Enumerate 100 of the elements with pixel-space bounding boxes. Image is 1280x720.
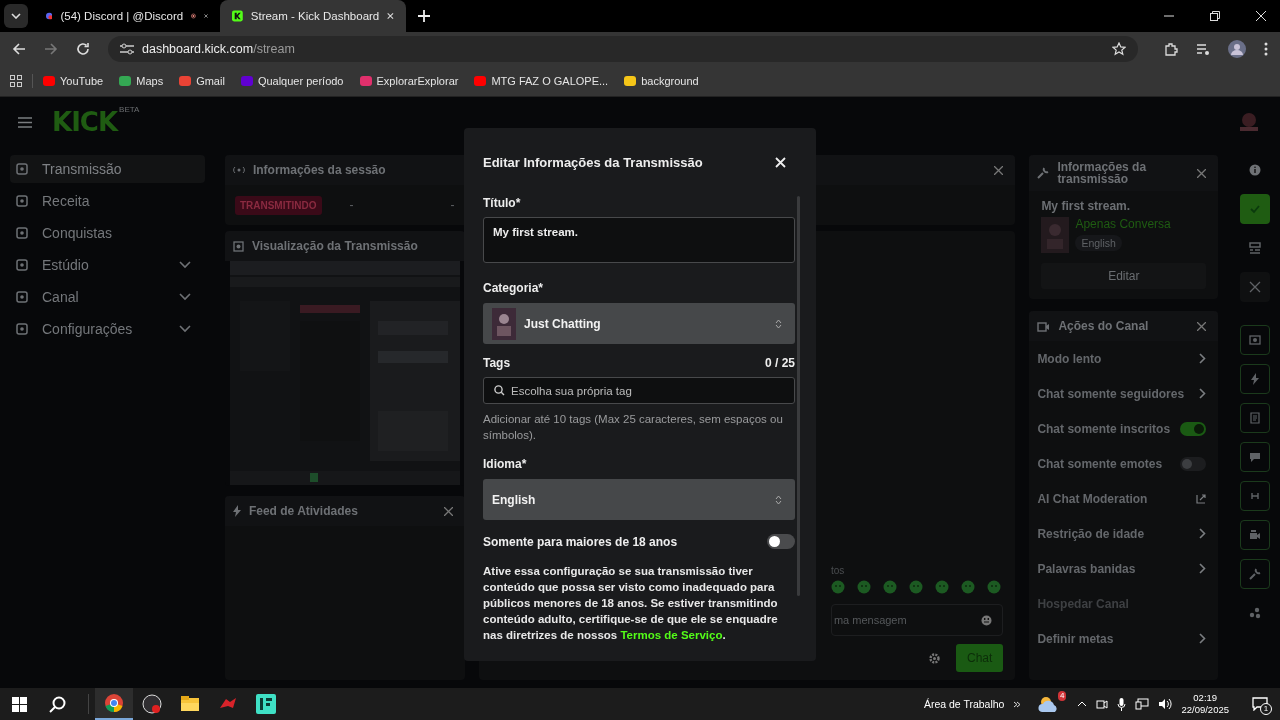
sidebar-item[interactable]: Conquistas <box>10 219 205 247</box>
bookmark-favicon-icon <box>119 75 132 87</box>
sidebar-item[interactable]: Transmissão <box>10 155 205 183</box>
hamburger-menu-icon[interactable] <box>18 116 32 128</box>
tab-list-button[interactable] <box>4 4 28 28</box>
category-thumbnail-icon <box>1041 217 1070 253</box>
scrollbar-thumb[interactable] <box>797 196 800 596</box>
mature-content-toggle[interactable] <box>767 534 795 549</box>
rail-button[interactable] <box>1240 520 1271 550</box>
bookmark-item[interactable]: background <box>624 75 699 87</box>
browser-tab[interactable]: (54) Discord | @Discord <box>34 0 220 32</box>
bookmark-item[interactable]: Gmail <box>179 75 225 87</box>
channel-action-label[interactable]: Restrição de idade <box>1037 526 1145 541</box>
menu-icon[interactable] <box>1264 42 1268 56</box>
sidebar-item[interactable]: Estúdio <box>10 251 205 279</box>
live-status-badge: TRANSMITINDO <box>234 195 322 215</box>
stat-value: - <box>450 198 456 212</box>
field-label: Idioma* <box>483 457 528 471</box>
rail-button[interactable] <box>1240 272 1271 302</box>
bookmark-favicon-icon <box>240 75 253 87</box>
edit-button[interactable]: Editar <box>1041 263 1207 289</box>
sidebar-item[interactable]: Configurações <box>10 315 205 343</box>
profile-avatar-icon[interactable] <box>1228 40 1246 58</box>
notifications-icon[interactable] <box>1252 697 1268 711</box>
chevron-right-icon[interactable] <box>1199 388 1207 399</box>
clock-date[interactable]: 22/09/2025 <box>1181 704 1229 716</box>
bookmark-item[interactable]: MTG FAZ O GALOPE... <box>474 75 609 87</box>
settings-icon[interactable] <box>929 652 940 664</box>
caret-up-icon[interactable] <box>1077 701 1088 707</box>
chevron-right-icon[interactable] <box>1199 563 1207 574</box>
apps-grid-icon[interactable] <box>10 75 22 87</box>
bookmark-favicon-icon <box>359 75 372 87</box>
kick-logo[interactable]: KICK <box>52 107 118 137</box>
dialog-title: Editar Informações da Transmissão <box>483 154 703 170</box>
nav-item-icon <box>16 227 28 239</box>
channel-action-label[interactable]: Palavras banidas <box>1037 561 1136 576</box>
channel-action-label[interactable]: Chat somente seguidores <box>1037 386 1185 401</box>
bookmark-item[interactable]: YouTube <box>43 75 104 87</box>
bookmark-star-icon[interactable] <box>1112 42 1126 56</box>
emoji-icon[interactable] <box>981 614 993 626</box>
sidebar-item[interactable]: Canal <box>10 283 205 311</box>
chrome-icon <box>104 693 124 713</box>
network-icon[interactable] <box>1135 698 1150 710</box>
toggle-switch[interactable] <box>1180 456 1207 471</box>
new-tab-icon[interactable] <box>418 10 430 22</box>
rail-button[interactable] <box>1240 559 1271 589</box>
clock-time[interactable]: 02:19 <box>1193 692 1218 704</box>
double-chevron-icon[interactable] <box>1013 700 1022 708</box>
channel-action-label[interactable]: Definir metas <box>1037 631 1114 646</box>
browser-tab[interactable]: Stream - Kick Dashboard <box>220 0 406 32</box>
chat-message-input[interactable]: ma mensagem <box>831 614 982 626</box>
chevron-right-icon[interactable] <box>1199 633 1207 644</box>
language-tag: English <box>1075 235 1122 251</box>
channel-action-label[interactable]: Chat somente inscritos <box>1037 421 1171 436</box>
category-select[interactable]: Just Chatting <box>483 303 795 344</box>
bookmark-item[interactable]: Maps <box>119 75 164 87</box>
volume-icon[interactable] <box>1158 698 1173 710</box>
toggle-switch[interactable] <box>1180 421 1207 436</box>
microphone-icon[interactable] <box>1117 697 1127 711</box>
bookmark-item[interactable]: ExplorarExplorar <box>359 75 459 87</box>
bookmark-favicon-icon <box>474 75 487 87</box>
nav-item-icon <box>16 163 28 175</box>
restore-icon[interactable] <box>1210 11 1220 21</box>
tag-search-input[interactable]: Escolha sua própria tag <box>511 384 784 397</box>
channel-action-label[interactable]: Chat somente emotes <box>1037 456 1163 471</box>
channel-action-label[interactable]: AI Chat Moderation <box>1037 491 1148 506</box>
taskbar-app[interactable] <box>95 688 133 720</box>
rail-button[interactable] <box>1240 194 1271 224</box>
channel-action-label[interactable]: Modo lento <box>1037 351 1102 366</box>
panel-title: Feed de Atividades <box>248 504 358 518</box>
back-icon[interactable] <box>12 42 26 56</box>
chevron-right-icon[interactable] <box>1199 528 1207 539</box>
media-icon[interactable] <box>1196 42 1210 56</box>
camera-icon[interactable] <box>1096 698 1109 710</box>
rail-button[interactable] <box>1240 364 1271 394</box>
desktop-label[interactable]: Área de Trabalho <box>923 698 1005 710</box>
field-label: Título* <box>483 196 522 210</box>
search-icon[interactable] <box>49 695 66 713</box>
extensions-icon[interactable] <box>1164 42 1178 56</box>
obs-icon <box>142 694 162 714</box>
forward-icon[interactable] <box>44 42 58 56</box>
bookmark-favicon-icon <box>43 75 55 87</box>
rail-button[interactable] <box>1240 442 1271 472</box>
windows-start-icon[interactable] <box>12 696 27 712</box>
mature-content-label: Somente para maiores de 18 anos <box>483 534 678 549</box>
bookmark-item[interactable]: Qualquer período <box>240 75 344 87</box>
reload-icon[interactable] <box>76 42 90 56</box>
address-bar[interactable]: dashboard.kick.com/stream <box>108 36 1138 62</box>
chevron-down-icon <box>11 13 21 19</box>
notification-count-badge: 1 <box>1260 703 1272 715</box>
tag-search-field[interactable]: Escolha sua própria tag <box>483 377 795 404</box>
sidebar-item[interactable]: Receita <box>10 187 205 215</box>
language-select[interactable]: English <box>483 479 795 520</box>
chevron-right-icon[interactable] <box>1199 353 1207 364</box>
chat-message-field[interactable]: ma mensagem <box>830 604 1004 636</box>
external-link-icon[interactable] <box>1196 493 1207 504</box>
title-field[interactable]: My first stream. <box>483 217 795 263</box>
folder-icon <box>180 694 200 714</box>
site-settings-icon[interactable] <box>120 43 134 55</box>
weather-badge: 4 <box>1058 691 1067 701</box>
